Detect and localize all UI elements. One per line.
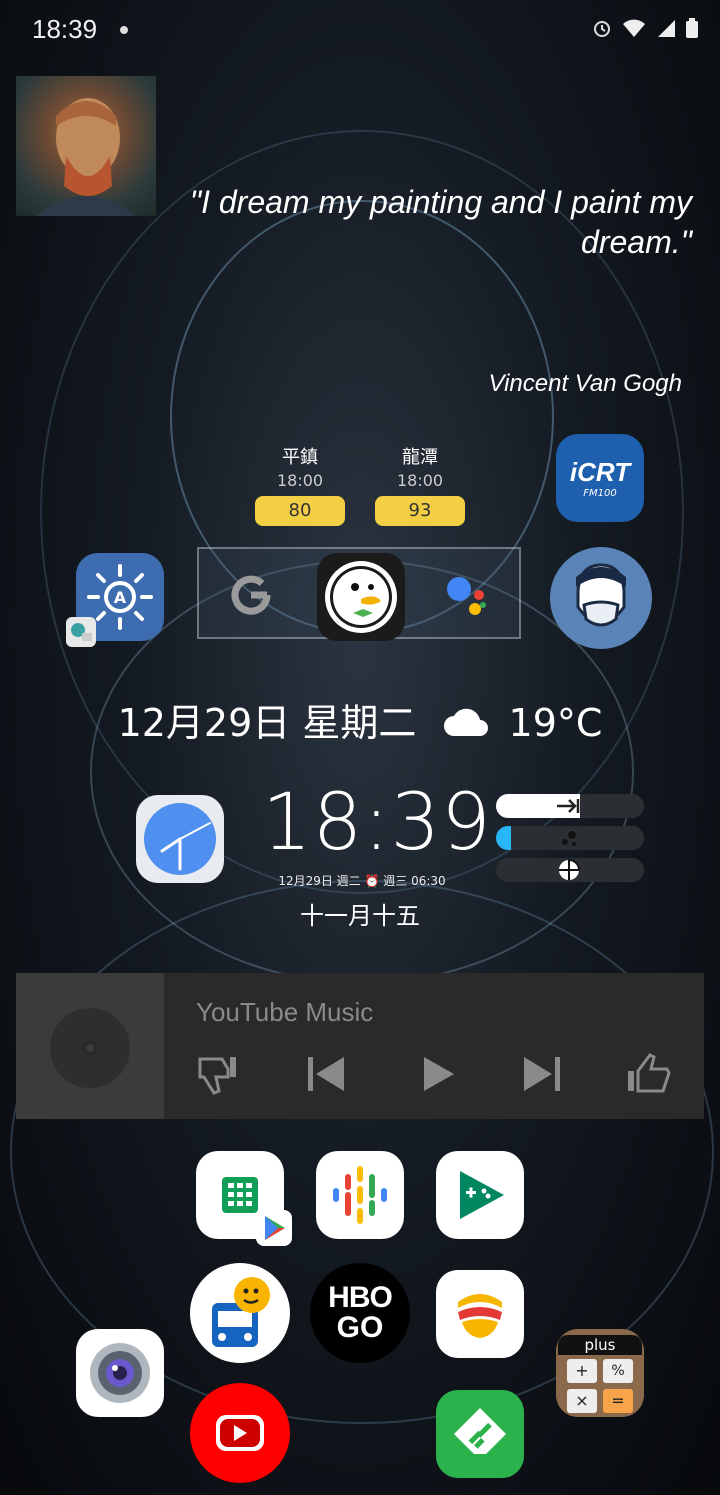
- thumbs-down-icon[interactable]: [196, 1053, 242, 1095]
- mask-map-app-icon[interactable]: [550, 547, 652, 649]
- cloud-icon: [444, 708, 489, 736]
- feedly-app-icon[interactable]: [436, 1390, 524, 1478]
- hbo-go-app-icon[interactable]: HBO GO: [310, 1263, 410, 1363]
- disc-icon: [50, 1008, 130, 1088]
- signal-icon: [658, 20, 675, 37]
- calculator-keys: + % × =: [567, 1359, 633, 1413]
- play-store-badge-icon: [256, 1210, 292, 1246]
- go-text: GO: [336, 1311, 384, 1344]
- aq-station-time: 18:00: [396, 471, 444, 490]
- previous-icon[interactable]: [306, 1053, 346, 1095]
- timeout-slider[interactable]: [496, 858, 644, 882]
- aq-station-name: 龍潭: [402, 447, 438, 468]
- alarm-icon: [594, 21, 610, 37]
- bowl-icon: [458, 1294, 502, 1338]
- battery-icon: [686, 18, 698, 38]
- lunar-date: 十一月十五: [300, 902, 420, 930]
- quote-author: Vincent Van Gogh: [488, 370, 682, 397]
- clock-time[interactable]: 18:39: [262, 778, 492, 868]
- play-icon[interactable]: [418, 1053, 458, 1095]
- shortcut-badge-icon: [66, 617, 96, 647]
- thumbs-up-icon[interactable]: [624, 1053, 672, 1095]
- icrt-app-icon[interactable]: iCRT FM100: [556, 434, 644, 522]
- google-podcasts-app-icon[interactable]: [316, 1151, 404, 1239]
- duckduckgo-icon[interactable]: [317, 553, 405, 641]
- calc-key: %: [603, 1359, 633, 1383]
- clock-subtext: 12月29日 週二 ⏰ 週三 06:30: [278, 874, 446, 888]
- hbo-text: HBO: [328, 1281, 393, 1314]
- arrow-right-icon: [557, 799, 580, 813]
- status-icons: [592, 18, 698, 38]
- play-button-icon: [216, 1415, 264, 1451]
- calc-key: =: [603, 1389, 633, 1413]
- camera-app-icon[interactable]: [76, 1329, 164, 1417]
- notification-dot: [120, 26, 128, 34]
- date-weather-widget[interactable]: 12月29日 星期二 19°C: [0, 692, 720, 747]
- volume-slider[interactable]: [496, 826, 644, 850]
- wifi-icon: [623, 19, 645, 37]
- feedly-icon: [454, 1408, 506, 1454]
- google-assistant-icon[interactable]: [441, 571, 491, 621]
- pie-timer-icon: [559, 859, 580, 880]
- clock-icon: [144, 803, 216, 875]
- temperature-text: 19°C: [508, 701, 603, 745]
- aq-station-value: 93: [375, 496, 465, 526]
- aq-station-1[interactable]: 平鎮 18:00 80: [255, 443, 345, 526]
- music-title: YouTube Music: [196, 997, 374, 1027]
- aq-station-2[interactable]: 龍潭 18:00 93: [375, 443, 465, 526]
- status-bar: 18:39: [0, 0, 720, 62]
- camera-lens-icon: [90, 1343, 150, 1403]
- status-time: 18:39: [32, 14, 98, 44]
- calculator-badge: plus: [558, 1335, 642, 1355]
- icrt-sub: FM100: [583, 488, 617, 499]
- date-text: 12月29日 星期二: [117, 701, 417, 745]
- calc-key: +: [567, 1359, 597, 1383]
- calculator-plus-app-icon[interactable]: plus + % × =: [556, 1329, 644, 1417]
- quote-text: "I dream my painting and I paint my drea…: [189, 184, 692, 260]
- brightness-slider[interactable]: [496, 794, 644, 818]
- aq-station-name: 平鎮: [282, 447, 318, 468]
- youtube-music-widget[interactable]: YouTube Music: [16, 973, 704, 1119]
- bus-icon: [212, 1277, 270, 1347]
- aq-station-time: 18:00: [276, 471, 324, 490]
- play-games-app-icon[interactable]: [436, 1151, 524, 1239]
- podcast-icon: [333, 1166, 387, 1224]
- game-controller-icon: [460, 1171, 504, 1219]
- youtube-app-icon[interactable]: [190, 1383, 290, 1483]
- aq-station-value: 80: [255, 496, 345, 526]
- bus-tracker-app-icon[interactable]: [190, 1263, 290, 1363]
- calc-key: ×: [567, 1389, 597, 1413]
- album-art[interactable]: [16, 973, 164, 1119]
- face-mask-icon: [576, 563, 626, 627]
- volume-fill: [496, 826, 511, 850]
- icrt-label: iCRT: [569, 457, 631, 487]
- svg-text:A: A: [114, 588, 127, 607]
- clock-app-icon[interactable]: [136, 795, 224, 883]
- google-icon[interactable]: [227, 571, 275, 619]
- search-widget[interactable]: [197, 547, 521, 641]
- next-icon[interactable]: [522, 1053, 562, 1095]
- dots-icon: [562, 831, 576, 846]
- food-app-icon[interactable]: [436, 1270, 524, 1358]
